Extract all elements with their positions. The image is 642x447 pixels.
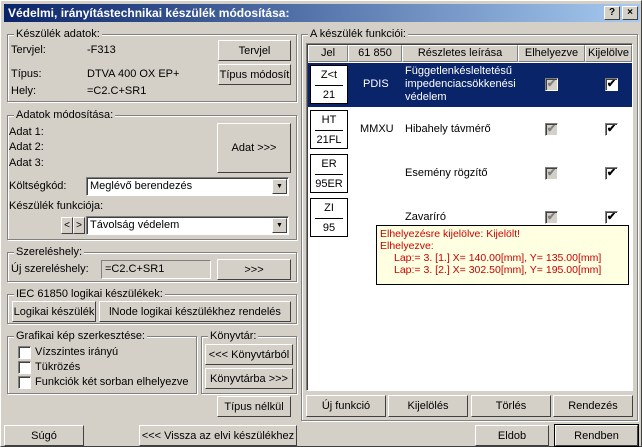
ok-button[interactable]: Rendben bbox=[554, 424, 639, 447]
function-row[interactable]: ER 95ER Esemény rögzítő ✔ ✔ bbox=[308, 152, 632, 196]
cost-code-label: Költségkód: bbox=[9, 180, 67, 192]
col-header-61850[interactable]: 61 850 bbox=[348, 45, 402, 62]
type-none-button[interactable]: Típus nélkül bbox=[217, 396, 291, 417]
tipus-value: DTVA 400 OX EP+ bbox=[87, 68, 180, 80]
function-row[interactable]: Z<t 21 PDIS Függetlenkésleltetésű impeden… bbox=[308, 63, 632, 107]
tooltip-line: Lap:= 3. [1.] X= 140.00[mm], Y= 135.00[m… bbox=[394, 252, 602, 264]
new-mount-label: Új szereléshely: bbox=[11, 263, 89, 275]
window-title: Védelmi, irányítástechnikai készülék mód… bbox=[8, 6, 290, 20]
selected-checkbox[interactable]: ✔ bbox=[605, 167, 618, 180]
hely-value: =C2.C+SR1 bbox=[87, 85, 147, 97]
symbol-top-label: HT bbox=[321, 114, 337, 126]
iec-legend: IEC 61850 logikai készülékek: bbox=[14, 288, 165, 300]
function-code: PDIS bbox=[363, 78, 389, 90]
functions-legend: A készülék funkciói: bbox=[308, 28, 408, 40]
discard-button[interactable]: Eldob bbox=[475, 425, 549, 446]
library-legend: Könyvtár: bbox=[208, 330, 259, 342]
col-header-placed[interactable]: Elhelyezve bbox=[518, 45, 585, 62]
symbol-bottom-label: 21FL bbox=[316, 134, 342, 146]
hely-label: Hely: bbox=[11, 85, 37, 97]
tooltip-line: Elhelyezésre kijelölve: Kijelölt! bbox=[380, 228, 521, 240]
function-description: Esemény rögzítő bbox=[405, 167, 488, 179]
placed-checkbox: ✔ bbox=[545, 78, 558, 91]
modify-data-legend: Adatok módosítása: bbox=[14, 109, 116, 121]
function-symbol: ZI 95 bbox=[310, 198, 348, 237]
tervjel-button[interactable]: Tervjel bbox=[218, 40, 291, 61]
function-description: Zavaríró bbox=[405, 211, 446, 223]
symbol-bottom-label: 21 bbox=[322, 89, 336, 101]
adat3-label: Adat 3: bbox=[9, 157, 44, 169]
tooltip-line: Elhelyezve: bbox=[380, 240, 434, 252]
dialog-window: Védelmi, irányítástechnikai készülék mód… bbox=[0, 0, 642, 447]
symbol-bottom-label: 95 bbox=[322, 222, 336, 234]
placement-tooltip: Elhelyezésre kijelölve: Kijelölt! Elhely… bbox=[376, 225, 629, 285]
placed-checkbox: ✔ bbox=[545, 123, 558, 136]
logical-device-button[interactable]: Logikai készülék bbox=[12, 301, 96, 322]
new-mount-value: =C2.C+SR1 bbox=[105, 263, 165, 275]
selected-checkbox[interactable]: ✔ bbox=[605, 211, 618, 224]
function-symbol: Z<t 21 bbox=[310, 65, 348, 104]
mount-place-legend: Szereléshely: bbox=[14, 246, 85, 258]
cost-code-select[interactable]: Meglévő berendezés ▼ bbox=[86, 177, 289, 196]
function-description: Hibahely távmérő bbox=[405, 123, 491, 135]
title-bar: Védelmi, irányítástechnikai készülék mód… bbox=[4, 4, 640, 22]
function-code: MMXU bbox=[360, 123, 394, 135]
adat1-label: Adat 1: bbox=[9, 126, 44, 138]
functions-list[interactable]: Jel 61 850 Részletes leírása Elhelyezve … bbox=[306, 43, 633, 391]
new-function-button[interactable]: Új funkció bbox=[306, 395, 386, 417]
from-library-button[interactable]: <<< Könyvtárból bbox=[205, 344, 293, 365]
device-function-value: Távolság védelem bbox=[90, 219, 180, 231]
placed-checkbox: ✔ bbox=[545, 211, 558, 224]
symbol-top-label: ZI bbox=[324, 202, 334, 214]
new-mount-field: =C2.C+SR1 bbox=[101, 260, 211, 279]
cost-code-value: Meglévő berendezés bbox=[90, 180, 193, 192]
close-title-button[interactable]: × bbox=[622, 6, 638, 20]
select-button[interactable]: Kijelölés bbox=[388, 395, 468, 417]
mirror-checkbox[interactable] bbox=[18, 361, 31, 374]
prev-function-button[interactable]: < bbox=[61, 217, 73, 234]
lnode-assign-button[interactable]: lNode logikai készülékhez rendelés bbox=[99, 301, 291, 322]
help-button[interactable]: Súgó bbox=[4, 425, 84, 446]
tipus-modify-button[interactable]: Típus módosít bbox=[218, 64, 291, 85]
tervjel-label: Tervjel: bbox=[11, 44, 46, 56]
col-header-jel[interactable]: Jel bbox=[308, 45, 348, 62]
device-function-select[interactable]: Távolság védelem ▼ bbox=[86, 216, 289, 235]
adat-button[interactable]: Adat >>> bbox=[217, 123, 291, 173]
device-function-label: Készülék funkciója: bbox=[9, 200, 104, 212]
delete-button[interactable]: Törlés bbox=[471, 395, 551, 417]
next-function-button[interactable]: > bbox=[73, 217, 85, 234]
tervjel-value: -F313 bbox=[87, 44, 116, 56]
col-header-selected[interactable]: Kijelölve bbox=[585, 45, 632, 62]
two-rows-label: Funkciók két sorban elhelyezve bbox=[35, 376, 189, 388]
selected-checkbox[interactable]: ✔ bbox=[605, 123, 618, 136]
function-symbol: HT 21FL bbox=[310, 110, 348, 149]
help-title-button[interactable]: ? bbox=[604, 6, 620, 20]
sort-button[interactable]: Rendezés bbox=[553, 395, 633, 417]
device-data-legend: Készülék adatok: bbox=[14, 28, 102, 40]
horizontal-checkbox[interactable] bbox=[18, 346, 31, 359]
selected-checkbox[interactable]: ✔ bbox=[605, 78, 618, 91]
col-header-description[interactable]: Részletes leírása bbox=[402, 45, 518, 62]
graphics-legend: Grafikai kép szerkesztése: bbox=[14, 330, 147, 342]
tooltip-line: Lap:= 3. [2.] X= 302.50[mm], Y= 195.00[m… bbox=[394, 264, 602, 276]
function-description: Függetlenkésleltetésű impedenciacsökkené… bbox=[405, 65, 516, 103]
back-button[interactable]: <<< Vissza az elvi készülékhez bbox=[139, 425, 297, 446]
symbol-top-label: Z<t bbox=[320, 69, 338, 81]
symbol-bottom-label: 95ER bbox=[315, 178, 343, 190]
mount-select-button[interactable]: >>> bbox=[217, 259, 291, 280]
symbol-top-label: ER bbox=[321, 158, 337, 170]
placed-checkbox: ✔ bbox=[545, 167, 558, 180]
horizontal-label: Vízszintes irányú bbox=[35, 346, 119, 358]
dropdown-arrow-icon[interactable]: ▼ bbox=[272, 218, 287, 233]
mirror-label: Tükrözés bbox=[35, 361, 81, 373]
function-row[interactable]: HT 21FL MMXU Hibahely távmérő ✔ ✔ bbox=[308, 108, 632, 152]
dropdown-arrow-icon[interactable]: ▼ bbox=[272, 179, 287, 194]
to-library-button[interactable]: Könyvtárba >>> bbox=[205, 368, 293, 389]
adat2-label: Adat 2: bbox=[9, 141, 44, 153]
tipus-label: Típus: bbox=[11, 68, 42, 80]
function-symbol: ER 95ER bbox=[310, 154, 348, 193]
two-rows-checkbox[interactable] bbox=[18, 376, 31, 389]
